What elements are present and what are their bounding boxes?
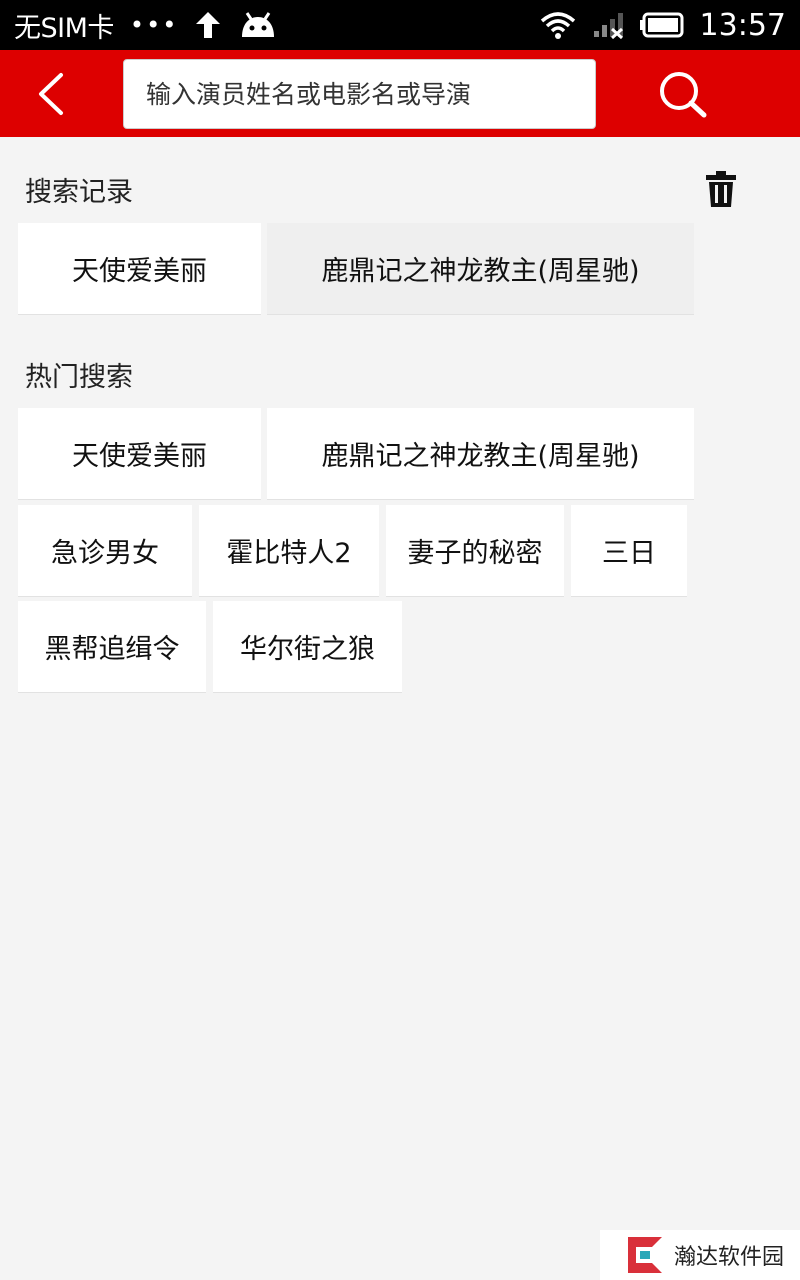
more-dots: ••• [129,11,179,39]
watermark-logo-icon [628,1237,662,1273]
back-button[interactable] [22,64,78,124]
search-button[interactable] [650,64,716,124]
hot-item[interactable]: 急诊男女 [18,505,192,597]
wifi-icon [540,11,576,39]
top-header [0,50,800,137]
search-input[interactable] [123,59,596,129]
status-left: 无SIM卡 ••• [14,6,278,45]
android-icon [238,11,278,39]
watermark-text: 瀚达软件园 [674,1245,785,1270]
hot-title: 热门搜索 [25,362,133,393]
hot-item[interactable]: 三日 [571,505,687,597]
trash-icon [706,171,736,207]
history-item[interactable]: 天使爱美丽 [18,223,261,315]
hot-item[interactable]: 黑帮追缉令 [18,601,206,693]
chevron-left-icon [39,73,63,115]
hot-item[interactable]: 华尔街之狼 [213,601,402,693]
hot-item[interactable]: 妻子的秘密 [386,505,564,597]
carrier-label: 无SIM卡 [14,12,114,44]
status-bar: 无SIM卡 ••• 13:57 [0,0,800,50]
clear-history-button[interactable] [700,168,742,210]
magnifier-icon [660,72,707,118]
hot-item[interactable]: 鹿鼎记之神龙教主(周星驰) [267,408,694,500]
history-title: 搜索记录 [25,177,133,208]
no-signal-icon [592,11,624,39]
battery-icon [639,12,684,38]
clock: 13:57 [699,7,786,43]
upload-arrow-icon [194,10,222,40]
watermark: 瀚达软件园 [600,1230,800,1280]
status-right: 13:57 [540,8,786,43]
hot-item[interactable]: 天使爱美丽 [18,408,261,500]
hot-item[interactable]: 霍比特人2 [199,505,379,597]
history-item[interactable]: 鹿鼎记之神龙教主(周星驰) [267,223,694,315]
